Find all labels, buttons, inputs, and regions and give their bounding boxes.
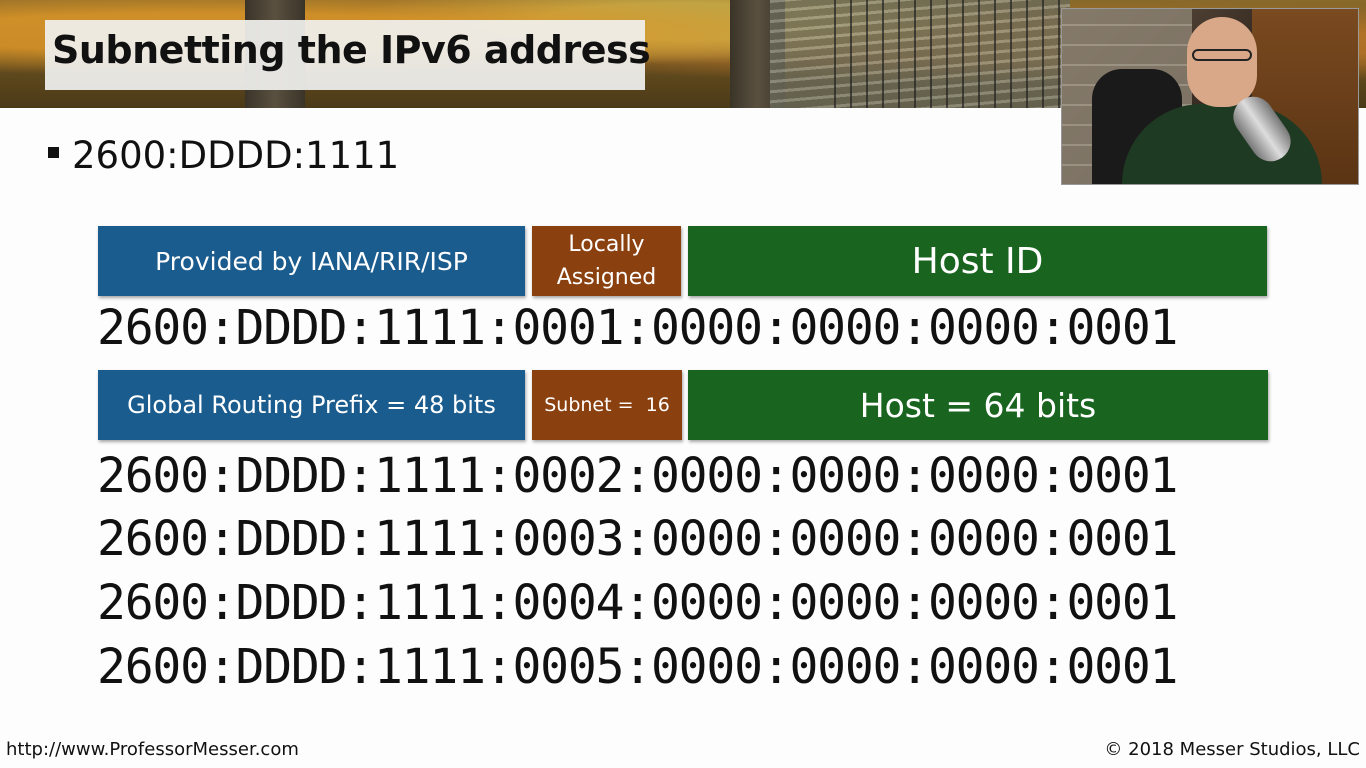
glasses [1192,49,1252,61]
assigned-label: Assigned [556,265,657,290]
host-label: Host = 64 bits [859,385,1097,425]
presenter-video [1061,8,1359,185]
bullet-icon [48,147,59,158]
host-id-label: Host ID [911,240,1044,282]
prefix-label: Global Routing Prefix = 48 bits [127,391,496,419]
address-row: 2600:DDDD:1111:0003:0000:0000:0000:0001 [97,511,1178,567]
locally-label: Locally [568,232,645,257]
railing [820,0,1060,108]
footer-copyright: © 2018 Messer Studios, LLC [1104,739,1360,760]
bullet-text: 2600:DDDD:1111 [72,134,400,177]
subnet-label: Subnet = 16 [544,394,670,416]
provided-by-box: Provided by IANA/RIR/ISP [98,226,525,296]
locally-assigned-box: Locally Assigned [532,226,681,296]
subnet-box: Subnet = 16 [532,370,682,440]
host-box: Host = 64 bits [688,370,1268,440]
host-id-box: Host ID [688,226,1267,296]
presenter-head [1187,17,1257,107]
footer-url: http://www.ProfessorMesser.com [6,739,299,760]
prefix-box: Global Routing Prefix = 48 bits [98,370,525,440]
provided-by-label: Provided by IANA/RIR/ISP [155,246,468,276]
slide-title: Subnetting the IPv6 address [52,28,651,72]
address-row: 2600:DDDD:1111:0002:0000:0000:0000:0001 [97,448,1178,504]
address-row: 2600:DDDD:1111:0005:0000:0000:0000:0001 [97,639,1178,695]
address-main: 2600:DDDD:1111:0001:0000:0000:0000:0001 [97,300,1178,356]
address-row: 2600:DDDD:1111:0004:0000:0000:0000:0001 [97,575,1178,631]
